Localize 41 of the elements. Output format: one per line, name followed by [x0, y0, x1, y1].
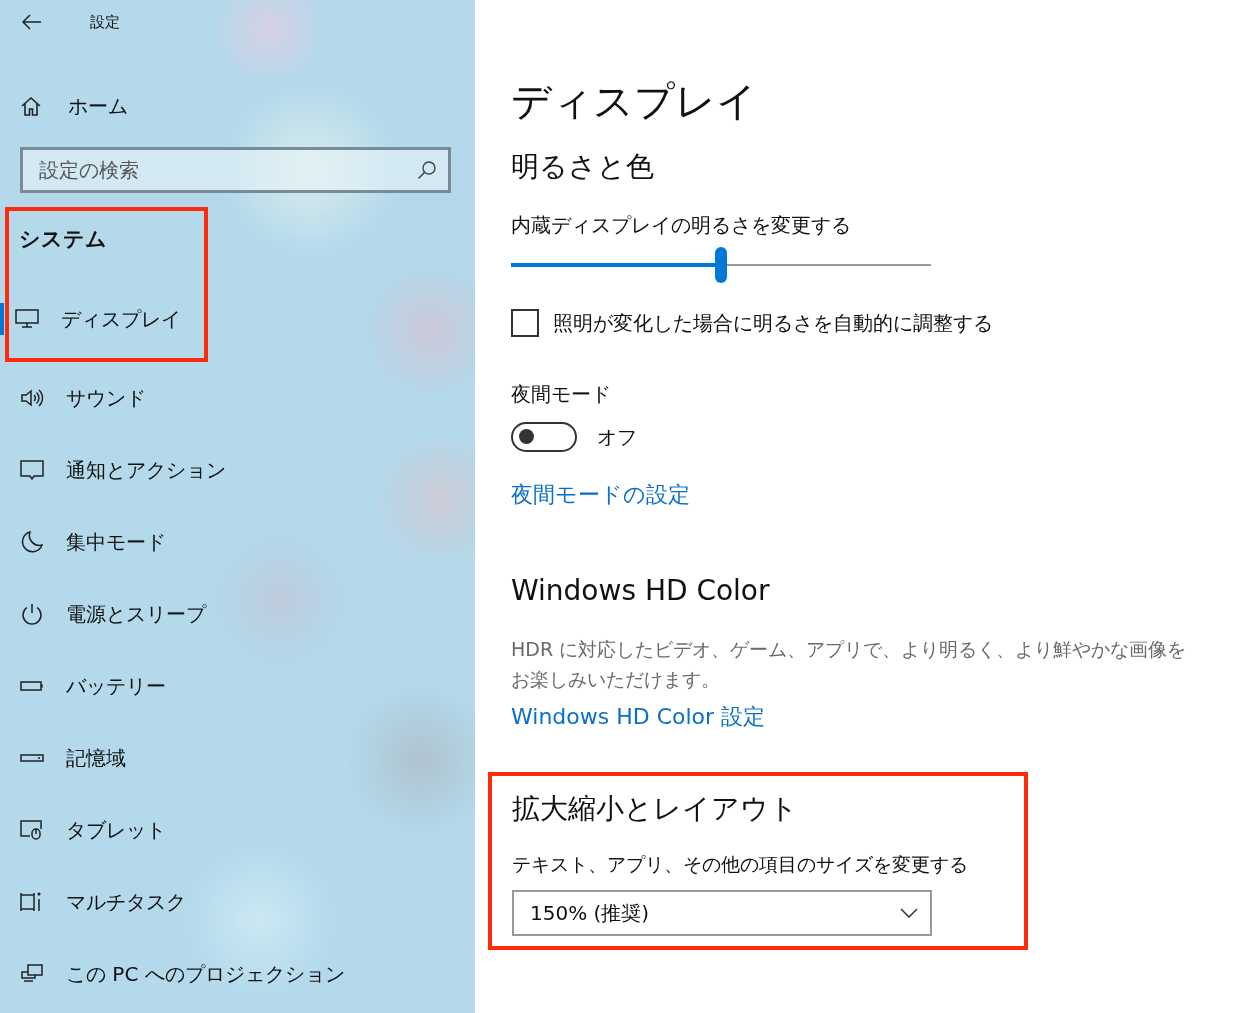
sidebar-item[interactable]: 集中モード: [0, 506, 475, 578]
checkbox[interactable]: [511, 309, 539, 337]
sidebar-item[interactable]: 電源とスリープ: [0, 578, 475, 650]
sidebar-item[interactable]: 通知とアクション: [0, 434, 475, 506]
search-icon: [417, 160, 437, 180]
section-heading: 明るさと色: [511, 149, 655, 185]
sidebar-item[interactable]: この PC へのプロジェクション: [0, 938, 475, 1010]
section-heading: 拡大縮小とレイアウト: [512, 791, 799, 827]
tablet-icon: [20, 818, 44, 842]
slider-label: 内蔵ディスプレイの明るさを変更する: [511, 212, 852, 239]
home-icon: [20, 95, 42, 117]
brightness-slider[interactable]: [511, 247, 931, 283]
back-arrow-icon[interactable]: [22, 14, 42, 30]
speaker-icon: [20, 386, 44, 410]
moon-icon: [20, 530, 44, 554]
section-description: HDR に対応したビデオ、ゲーム、アプリで、より明るく、より鮮やかな画像をお楽しみいただけます。: [511, 637, 1188, 692]
sidebar-item[interactable]: 記憶域: [0, 722, 475, 794]
section-heading: システム: [18, 226, 107, 253]
dropdown-label: テキスト、アプリ、その他の項目のサイズを変更する: [512, 852, 968, 877]
search-field[interactable]: 設定の検索: [20, 147, 451, 193]
power-icon: [20, 602, 44, 626]
page-title: ディスプレイ: [511, 77, 758, 126]
sidebar-item[interactable]: サウンド: [0, 362, 475, 434]
sidebar-item[interactable]: タブレット: [0, 794, 475, 866]
toggle-label: 夜間モード: [511, 381, 612, 408]
slider-thumb[interactable]: [715, 247, 727, 283]
speech-bubble-icon: [20, 458, 44, 482]
scale-dropdown[interactable]: 150% (推奨): [512, 890, 932, 936]
chevron-down-icon: [900, 908, 918, 918]
toggle-state: オフ: [597, 423, 637, 451]
section-heading: Windows HD Color: [511, 574, 771, 609]
window-title: 設定: [90, 12, 120, 32]
sidebar-item[interactable]: マルチタスク: [0, 866, 475, 938]
checkbox-label: 照明が変化した場合に明るさを自動的に調整する: [553, 309, 993, 337]
home-nav-item[interactable]: ホーム: [0, 91, 475, 121]
night-light-settings-link[interactable]: 夜間モードの設定: [511, 480, 690, 510]
sidebar-item[interactable]: バッテリー: [0, 650, 475, 722]
hd-color-settings-link[interactable]: Windows HD Color 設定: [511, 702, 766, 732]
monitor-icon: [15, 307, 39, 331]
sidebar-item[interactable]: ディスプレイ: [4, 289, 204, 349]
toggle-switch[interactable]: [511, 422, 577, 452]
